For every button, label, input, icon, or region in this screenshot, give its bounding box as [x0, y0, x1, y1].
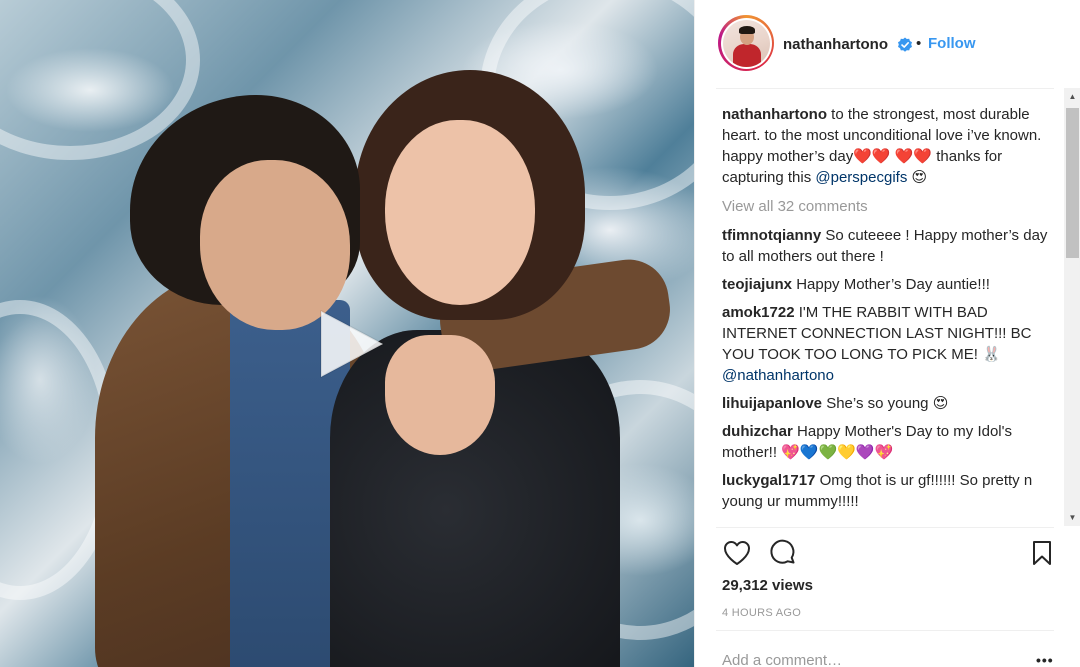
list-item: duhizchar Happy Mother's Day to my Idol'…	[722, 421, 1058, 463]
divider	[716, 527, 1054, 528]
heart-eyes-emoji: 😍	[932, 394, 949, 412]
comment-username[interactable]: tfimnotqianny	[722, 227, 821, 244]
heart-emoji: ❤️❤️	[894, 147, 933, 165]
caption: nathanhartono to the strongest, most dur…	[722, 104, 1058, 188]
comment-mention-link[interactable]: @nathanhartono	[722, 367, 834, 384]
photo-face	[385, 120, 535, 305]
comments-list: nathanhartono to the strongest, most dur…	[722, 104, 1058, 528]
photo-face	[200, 160, 350, 330]
bookmark-icon	[1033, 541, 1051, 565]
scroll-thumb[interactable]	[1066, 108, 1079, 258]
comment-username[interactable]: duhizchar	[722, 423, 793, 440]
play-button[interactable]	[313, 307, 387, 381]
comment-username[interactable]: luckygal1717	[722, 472, 815, 489]
caption-mention-link[interactable]: @perspecgifs	[815, 169, 907, 186]
comment-username[interactable]: lihuijapanlove	[722, 395, 822, 412]
avatar[interactable]	[722, 19, 770, 67]
comment-text: She’s so young	[826, 395, 929, 412]
like-button[interactable]	[722, 538, 752, 568]
divider	[716, 88, 1054, 89]
scroll-down-arrow-icon[interactable]: ▼	[1068, 513, 1077, 522]
rabbit-emoji: 🐰	[982, 345, 1001, 363]
post-header: nathanhartono • Follow	[695, 0, 1080, 88]
comment-username[interactable]: amok1722	[722, 304, 795, 321]
play-icon	[320, 310, 384, 378]
view-all-comments-link[interactable]: View all 32 comments	[722, 196, 1058, 217]
comment-text: Happy Mother’s Day auntie!!!	[796, 276, 990, 293]
view-count[interactable]: 29,312 views	[722, 577, 813, 594]
heart-eyes-emoji: 😍	[911, 168, 928, 186]
author-username[interactable]: nathanhartono	[783, 36, 888, 53]
comment-username[interactable]: teojiajunx	[722, 276, 792, 293]
scroll-up-arrow-icon[interactable]: ▲	[1068, 92, 1077, 101]
post-side-panel: nathanhartono • Follow nathanhartono to …	[694, 0, 1080, 667]
separator-dot: •	[916, 35, 922, 52]
comment-icon	[770, 539, 795, 564]
photo-hand	[385, 335, 495, 455]
more-options-icon[interactable]: •••	[1036, 652, 1054, 667]
list-item: tfimnotqianny So cuteeee ! Happy mother’…	[722, 225, 1058, 267]
save-button[interactable]	[1027, 538, 1057, 568]
follow-button[interactable]: Follow	[928, 35, 976, 52]
comment-button[interactable]	[768, 538, 798, 568]
post-timestamp[interactable]: 4 HOURS AGO	[722, 607, 801, 619]
verified-badge-icon	[898, 37, 912, 52]
hearts-emoji: 💖💙💚💛💜💖	[781, 443, 894, 461]
caption-username[interactable]: nathanhartono	[722, 106, 827, 123]
list-item: teojiajunx Happy Mother’s Day auntie!!!	[722, 274, 1058, 295]
story-ring[interactable]	[718, 15, 774, 71]
heart-emoji: ❤️❤️	[853, 147, 891, 165]
list-item: luckygal1717 Omg thot is ur gf!!!!!! So …	[722, 470, 1058, 512]
post-media-video[interactable]	[0, 0, 694, 667]
list-item: amok1722 I'M THE RABBIT WITH BAD INTERNE…	[722, 302, 1058, 386]
divider	[716, 630, 1054, 631]
heart-icon	[724, 541, 750, 565]
list-item: lihuijapanlove She’s so young 😍	[722, 393, 1058, 414]
comments-scrollbar[interactable]: ▲ ▼	[1064, 88, 1080, 526]
add-comment-input[interactable]: Add a comment…	[722, 652, 842, 667]
